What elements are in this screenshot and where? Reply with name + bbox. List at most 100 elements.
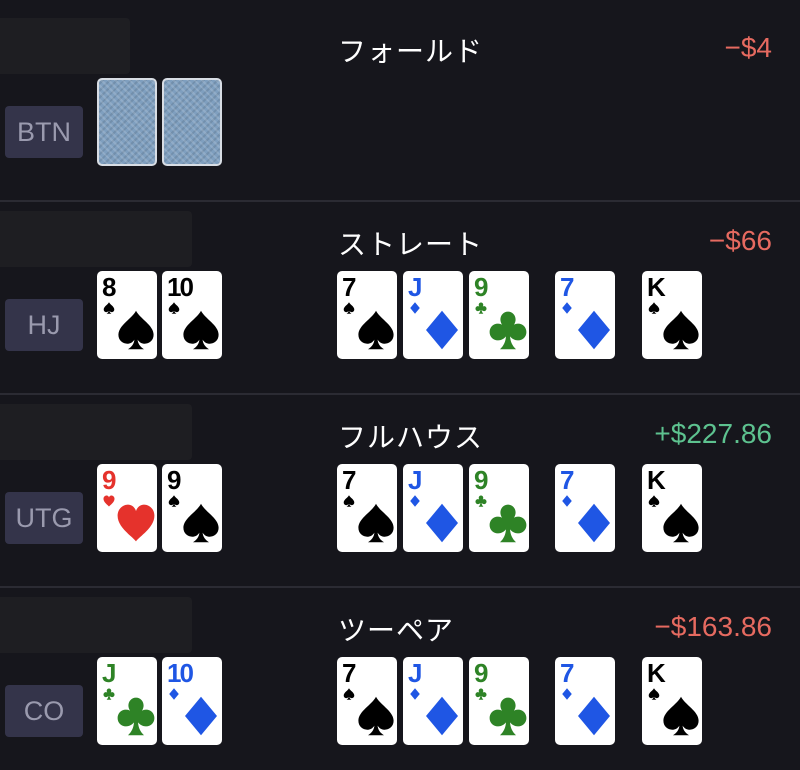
card-rank: 9 <box>102 465 117 495</box>
hand-label: フルハウス <box>338 421 484 454</box>
card-rank: 7 <box>342 658 357 688</box>
spade-icon <box>343 495 355 507</box>
card-rank: J <box>102 658 117 688</box>
position-badge: UTG <box>5 492 83 544</box>
card-rank: 7 <box>560 465 575 495</box>
card-rank: K <box>647 465 666 495</box>
playing-card: 7 <box>337 464 397 552</box>
playing-card: 7 <box>337 657 397 745</box>
card-rank: K <box>647 658 666 688</box>
card-back <box>97 78 157 166</box>
hand-results-panel: BTN フォールド −$4 HJ ストレート −$66 8 10 7 J 9 7 K UTG… <box>0 0 800 770</box>
diamond-icon <box>426 503 458 543</box>
card-rank: J <box>408 658 423 688</box>
diamond-icon <box>410 302 420 314</box>
spade-icon <box>168 302 180 314</box>
playing-card: 9 <box>97 464 157 552</box>
result-amount: −$163.86 <box>654 611 772 642</box>
spade-icon <box>648 302 660 314</box>
playing-card: 8 <box>97 271 157 359</box>
club-icon <box>489 697 527 736</box>
spade-icon <box>358 310 394 350</box>
club-icon <box>117 697 155 736</box>
player-name-box <box>0 211 192 267</box>
card-rank: 9 <box>474 272 489 302</box>
heart-icon <box>117 504 155 542</box>
player-name-box <box>0 18 130 74</box>
spade-icon <box>343 302 355 314</box>
diamond-icon <box>578 310 610 350</box>
card-rank: 7 <box>560 658 575 688</box>
position-badge: HJ <box>5 299 83 351</box>
spade-icon <box>663 503 699 543</box>
card-rank: 9 <box>474 465 489 495</box>
playing-card: 9 <box>469 271 529 359</box>
heart-icon <box>103 495 115 507</box>
playing-card: 7 <box>555 657 615 745</box>
playing-card: 7 <box>337 271 397 359</box>
spade-icon <box>103 302 115 314</box>
club-icon <box>103 688 115 700</box>
player-row: UTG フルハウス +$227.86 9 9 7 J 9 7 K <box>0 394 800 586</box>
position-badge: BTN <box>5 106 83 158</box>
hand-label: ツーペア <box>338 614 455 647</box>
diamond-icon <box>562 302 572 314</box>
playing-card: K <box>642 464 702 552</box>
club-icon <box>475 302 487 314</box>
spade-icon <box>663 696 699 736</box>
spade-icon <box>343 688 355 700</box>
spade-icon <box>663 310 699 350</box>
card-rank: J <box>408 465 423 495</box>
playing-card: 7 <box>555 271 615 359</box>
club-icon <box>475 688 487 700</box>
playing-card: 9 <box>162 464 222 552</box>
card-rank: 10 <box>167 272 194 302</box>
spade-icon <box>118 310 154 350</box>
diamond-icon <box>562 688 572 700</box>
hand-label: フォールド <box>338 35 484 68</box>
spade-icon <box>648 495 660 507</box>
card-rank: K <box>647 272 666 302</box>
playing-card: J <box>403 271 463 359</box>
card-rank: 10 <box>167 658 194 688</box>
card-rank: 7 <box>342 272 357 302</box>
position-badge: CO <box>5 685 83 737</box>
playing-card: 10 <box>162 271 222 359</box>
diamond-icon <box>426 696 458 736</box>
playing-card: 9 <box>469 464 529 552</box>
card-rank: 7 <box>342 465 357 495</box>
player-row: HJ ストレート −$66 8 10 7 J 9 7 K <box>0 201 800 393</box>
playing-card: J <box>403 464 463 552</box>
player-row: CO ツーペア −$163.86 J 10 7 J 9 7 K <box>0 587 800 770</box>
player-row: BTN フォールド −$4 <box>0 8 800 200</box>
card-rank: 8 <box>102 272 117 302</box>
spade-icon <box>183 503 219 543</box>
playing-card: 7 <box>555 464 615 552</box>
result-amount: −$66 <box>708 225 772 256</box>
spade-icon <box>168 495 180 507</box>
diamond-icon <box>169 688 179 700</box>
playing-card: K <box>642 657 702 745</box>
diamond-icon <box>562 495 572 507</box>
playing-card: 9 <box>469 657 529 745</box>
spade-icon <box>358 503 394 543</box>
club-icon <box>489 504 527 543</box>
playing-card: 10 <box>162 657 222 745</box>
spade-icon <box>183 310 219 350</box>
card-back <box>162 78 222 166</box>
hand-label: ストレート <box>338 228 484 261</box>
playing-card: K <box>642 271 702 359</box>
result-amount: −$4 <box>724 32 773 63</box>
playing-card: J <box>403 657 463 745</box>
diamond-icon <box>578 503 610 543</box>
card-rank: 9 <box>474 658 489 688</box>
card-rank: 9 <box>167 465 182 495</box>
diamond-icon <box>410 688 420 700</box>
diamond-icon <box>426 310 458 350</box>
diamond-icon <box>410 495 420 507</box>
club-icon <box>475 495 487 507</box>
playing-card: J <box>97 657 157 745</box>
spade-icon <box>358 696 394 736</box>
club-icon <box>489 311 527 350</box>
diamond-icon <box>185 696 217 736</box>
